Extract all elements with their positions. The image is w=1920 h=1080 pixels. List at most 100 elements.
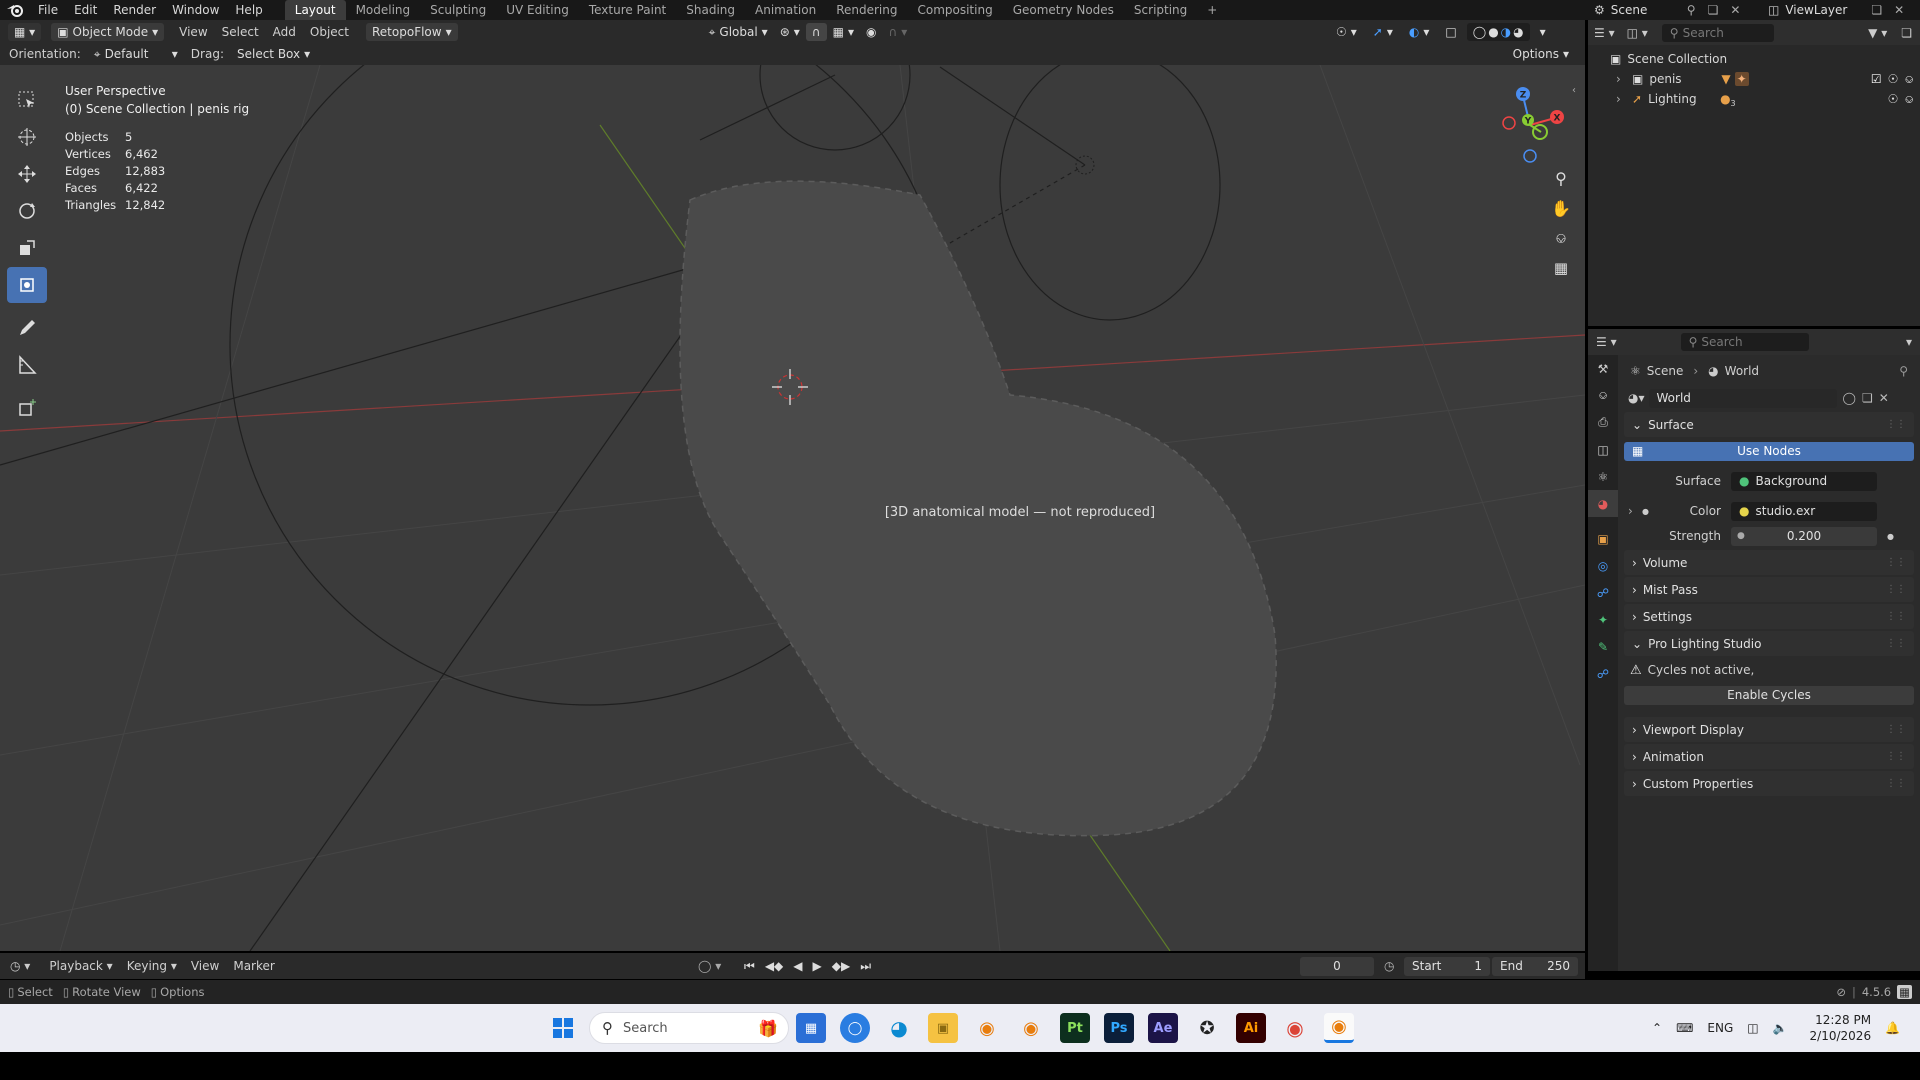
view-layer-selector[interactable]: ◫ ViewLayer ❏ ✕	[1762, 0, 1910, 20]
shading-mode-group[interactable]: ◯ ● ◑ ◕	[1466, 23, 1530, 41]
transform-orientation-dropdown[interactable]: ⌖ Global ▾	[703, 23, 774, 41]
3d-viewport[interactable]: [3D anatomical model — not reproduced] U…	[0, 65, 1585, 951]
viewport-display-section[interactable]: › Viewport Display ⋮⋮	[1624, 717, 1914, 742]
navigation-gizmo[interactable]: X Z Y	[1485, 80, 1575, 170]
snap-target-dropdown[interactable]: ▦ ▾	[827, 23, 860, 41]
editor-type-button[interactable]: ▦ ▾	[8, 23, 42, 41]
viewport-menu-add[interactable]: Add	[266, 25, 303, 39]
play-reverse-icon[interactable]: ◀	[793, 959, 802, 974]
gizmo-toggle[interactable]: ➚ ▾	[1367, 23, 1399, 41]
world-tab[interactable]: ◕	[1588, 490, 1618, 517]
cursor-tool[interactable]	[7, 119, 47, 155]
mist-pass-section[interactable]: › Mist Pass ⋮⋮	[1624, 577, 1914, 602]
properties-search-input[interactable]: ⚲ Search	[1680, 333, 1809, 351]
pin-icon[interactable]: ⚲	[1687, 3, 1696, 17]
falloff-dropdown[interactable]: ∩ ▾	[882, 23, 913, 41]
pin-icon[interactable]: ⚲	[1899, 364, 1908, 378]
menu-edit[interactable]: Edit	[66, 0, 105, 20]
ortho-toggle-button[interactable]: ▦	[1548, 255, 1574, 281]
duplicate-icon[interactable]: ❏	[1862, 391, 1873, 405]
outliner-row-penis[interactable]: › ▣ penis ▼ ✦ ☑ ☉ ⎉	[1588, 69, 1920, 89]
file-explorer-icon[interactable]: ▣	[928, 1013, 958, 1043]
bone-constraints-tab[interactable]: ☍	[1588, 660, 1618, 687]
solid-shading-icon[interactable]: ●	[1488, 25, 1498, 39]
world-name-field[interactable]: World	[1648, 388, 1837, 408]
keyframe-dot-icon[interactable]: ●	[1887, 532, 1894, 541]
language-indicator[interactable]: ENG	[1707, 1021, 1733, 1035]
tab-shading[interactable]: Shading	[676, 0, 745, 20]
selectability-dropdown[interactable]: ☉ ▾	[1330, 23, 1363, 41]
outliner-search-input[interactable]: ⚲ Search	[1661, 23, 1774, 42]
enable-cycles-button[interactable]: Enable Cycles	[1624, 685, 1914, 705]
tool-tab[interactable]: ⚒	[1588, 355, 1618, 382]
shading-options-dropdown[interactable]: ▾	[1534, 23, 1552, 41]
timeline-menu-marker[interactable]: Marker	[226, 959, 281, 973]
clock[interactable]: 12:28 PM 2/10/2026	[1810, 1012, 1872, 1044]
visibility-eye-icon[interactable]: ☉	[1888, 72, 1899, 86]
new-collection-icon[interactable]: ❏	[1901, 26, 1912, 40]
view-layer-tab[interactable]: ◫	[1588, 436, 1618, 463]
scene-collection-row[interactable]: ▣ Scene Collection	[1588, 49, 1920, 69]
delete-scene-icon[interactable]: ✕	[1730, 3, 1740, 17]
substance-painter-icon[interactable]: Pt	[1060, 1013, 1090, 1043]
next-keyframe-icon[interactable]: ◆▶	[832, 959, 850, 974]
start-frame-field[interactable]: Start 1	[1404, 956, 1490, 976]
object-tab[interactable]: ▣	[1588, 525, 1618, 552]
render-camera-icon[interactable]: ⎉	[1904, 72, 1914, 87]
tab-texture-paint[interactable]: Texture Paint	[579, 0, 676, 20]
select-box-tool[interactable]	[7, 82, 47, 118]
properties-options-icon[interactable]: ▾	[1906, 335, 1912, 349]
tab-animation[interactable]: Animation	[745, 0, 826, 20]
xray-toggle[interactable]: □	[1439, 23, 1462, 41]
illustrator-icon[interactable]: Ai	[1236, 1013, 1266, 1043]
transform-tool[interactable]	[7, 267, 47, 303]
blender-active-icon[interactable]: ◉	[1324, 1013, 1354, 1043]
scene-selector[interactable]: ⚙ Scene ⚲ ❏ ✕	[1588, 0, 1746, 20]
timeline-menu-keying[interactable]: Keying ▾	[120, 959, 184, 973]
tab-scripting[interactable]: Scripting	[1124, 0, 1197, 20]
zbrush-icon[interactable]: ✪	[1192, 1013, 1222, 1043]
measure-tool[interactable]	[7, 347, 47, 383]
visibility-eye-icon[interactable]: ☉	[1888, 92, 1899, 106]
timeline-menu-playback[interactable]: Playback ▾	[42, 959, 119, 973]
blender-app-icon-2[interactable]: ◉	[1016, 1013, 1046, 1043]
sidebar-toggle-icon[interactable]: ‹	[1572, 85, 1576, 96]
display-mode-icon[interactable]: ◫ ▾	[1627, 26, 1648, 40]
snap-toggle[interactable]: ∩	[805, 23, 827, 41]
orientation-dropdown[interactable]: ⌖ Default ▾	[88, 45, 184, 63]
preview-range-icon[interactable]: ◷	[1384, 959, 1394, 973]
menu-file[interactable]: File	[30, 0, 66, 20]
output-tab[interactable]: ⎙	[1588, 409, 1618, 436]
taskbar-search-box[interactable]: ⚲ Search 🎁	[589, 1012, 789, 1044]
tab-layout[interactable]: Layout	[284, 0, 346, 20]
prev-keyframe-icon[interactable]: ◀◆	[765, 959, 783, 974]
notification-icon[interactable]: 🔔	[1885, 1021, 1900, 1035]
filter-icon[interactable]: ▼ ▾	[1868, 26, 1887, 40]
add-workspace-button[interactable]: +	[1197, 0, 1227, 20]
keyframe-dot-icon[interactable]: ●	[1642, 507, 1654, 516]
properties-editor-icon[interactable]: ☰ ▾	[1596, 335, 1617, 349]
render-camera-icon[interactable]: ⎉	[1904, 92, 1914, 107]
tab-geometry-nodes[interactable]: Geometry Nodes	[1003, 0, 1124, 20]
rotate-tool[interactable]	[7, 193, 47, 229]
annotate-tool[interactable]	[7, 310, 47, 346]
volume-icon[interactable]: 🔈	[1773, 1021, 1788, 1035]
options-dropdown[interactable]: Options ▾	[1507, 45, 1575, 63]
surface-shader-field[interactable]: ● Background	[1731, 471, 1877, 491]
tab-sculpting[interactable]: Sculpting	[420, 0, 496, 20]
world-browse-icon[interactable]: ◕▾	[1628, 391, 1645, 405]
volume-section[interactable]: › Volume ⋮⋮	[1624, 550, 1914, 575]
custom-properties-section[interactable]: › Custom Properties ⋮⋮	[1624, 771, 1914, 796]
scene-name[interactable]: Scene	[1611, 3, 1681, 17]
data-tab[interactable]: ✦	[1588, 606, 1618, 633]
mode-dropdown[interactable]: ▣ Object Mode ▾	[51, 23, 165, 41]
new-view-layer-icon[interactable]: ❏	[1871, 3, 1882, 17]
overlays-toggle[interactable]: ◐ ▾	[1403, 23, 1436, 41]
surface-section[interactable]: ⌄ Surface ⋮⋮	[1624, 412, 1914, 437]
timeline-editor-icon[interactable]: ◷ ▾	[10, 959, 30, 973]
app-blue-icon[interactable]: ◯	[840, 1013, 870, 1043]
current-frame-field[interactable]: 0	[1300, 956, 1374, 976]
viewport-menu-select[interactable]: Select	[215, 25, 266, 39]
blender-app-icon[interactable]: ◉	[972, 1013, 1002, 1043]
settings-section[interactable]: › Settings ⋮⋮	[1624, 604, 1914, 629]
